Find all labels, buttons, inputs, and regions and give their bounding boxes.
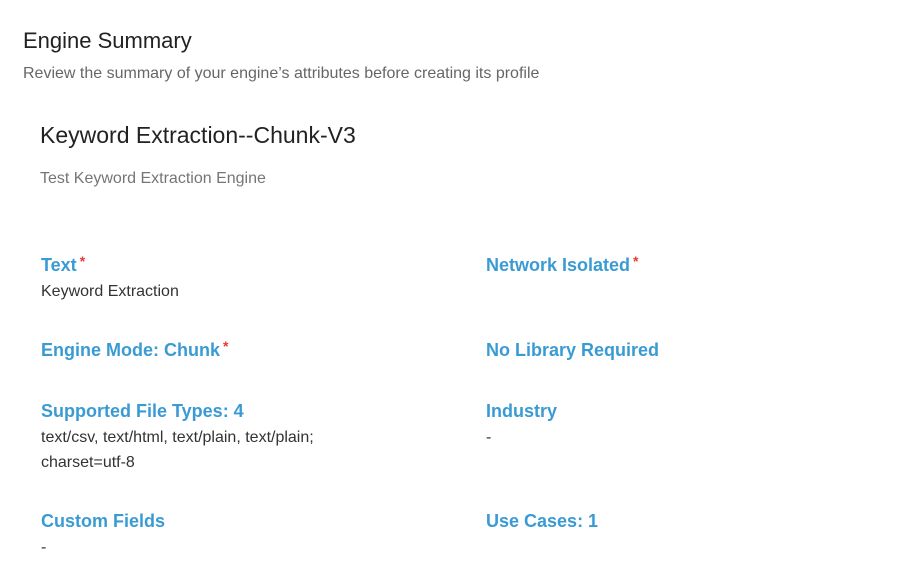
field-label-text: Use Cases: 1 (486, 511, 599, 531)
field-label: Supported File Types: 4 (41, 399, 381, 423)
field-label-text: Industry (486, 401, 558, 421)
field-use-cases: Use Cases: 1 (486, 509, 866, 535)
page-title: Engine Summary (23, 28, 192, 53)
field-library: No Library Required (486, 338, 866, 364)
field-value: - (486, 429, 492, 446)
field-label: Industry (486, 399, 866, 423)
field-value: text/csv, text/html, text/plain, text/pl… (41, 429, 314, 471)
required-marker: * (223, 338, 229, 354)
field-label: Custom Fields (41, 509, 421, 533)
field-network-isolated: Network Isolated * (486, 253, 866, 279)
field-label-text: Engine Mode: Chunk (41, 340, 220, 360)
field-supported-file-types: Supported File Types: 4 text/csv, text/h… (41, 399, 381, 475)
page-subtitle: Review the summary of your engine’s attr… (23, 65, 540, 82)
field-label: Text * (41, 253, 421, 277)
field-label-text: Network Isolated (486, 255, 631, 275)
required-marker: * (79, 253, 86, 269)
engine-description: Test Keyword Extraction Engine (40, 170, 266, 187)
field-custom-fields: Custom Fields - (41, 509, 421, 560)
field-industry: Industry - (486, 399, 866, 450)
required-marker: * (633, 253, 639, 269)
field-label-text: Text (41, 255, 77, 275)
engine-name: Keyword Extraction--Chunk-V3 (40, 122, 356, 148)
field-label: Use Cases: 1 (486, 509, 866, 533)
field-value: Keyword Extraction (41, 283, 179, 300)
field-label-text: Supported File Types: 4 (41, 401, 244, 421)
field-value: - (41, 539, 47, 556)
field-label-text: No Library Required (486, 340, 660, 360)
field-text: Text * Keyword Extraction (41, 253, 421, 304)
field-label: Network Isolated * (486, 253, 866, 277)
field-label: Engine Mode: Chunk * (41, 338, 421, 362)
field-label: No Library Required (486, 338, 866, 362)
field-label-text: Custom Fields (41, 511, 166, 531)
field-engine-mode: Engine Mode: Chunk * (41, 338, 421, 364)
